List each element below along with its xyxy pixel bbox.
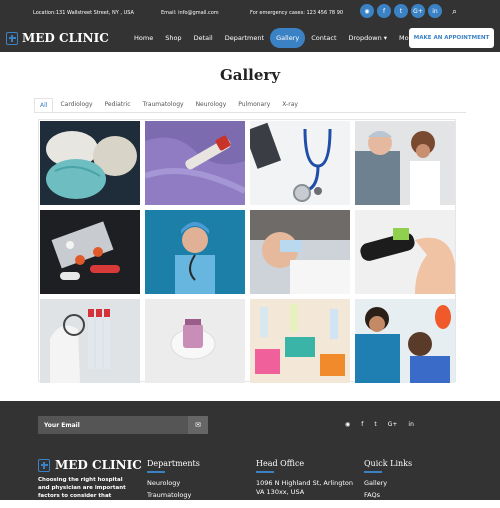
head-office-address: 1096 N Highland St, Arlington VA 130xx, …	[256, 478, 354, 496]
filter-tabs: All Cardiology Pediatric Traumatology Ne…	[34, 98, 466, 113]
footer: Your Email ✉ ◉ f t G+ in MED CLINIC Choo…	[0, 401, 500, 507]
twitter-icon[interactable]: t	[394, 4, 408, 18]
dentist-patient-image	[355, 299, 455, 383]
dept-link-traumatology[interactable]: Traumatology	[147, 491, 200, 500]
lab-supplies-image	[250, 299, 350, 383]
emergency-text: For emergency cases: 123 456 78 90	[250, 10, 344, 16]
photo-stethoscope[interactable]	[250, 121, 350, 205]
photo-surgeons[interactable]	[355, 121, 455, 205]
page-title: Gallery	[219, 66, 281, 84]
location-text: Location:131 Wallstreet Street, NY , USA	[33, 10, 134, 16]
photo-lab-tubes[interactable]	[40, 299, 140, 383]
medical-cross-icon	[6, 31, 18, 45]
email-placeholder: Your Email	[44, 422, 80, 429]
photo-glucose-meter[interactable]	[355, 210, 455, 294]
nav-gallery[interactable]: Gallery	[270, 28, 306, 48]
photo-blood-sample[interactable]	[145, 121, 245, 205]
facebook-icon[interactable]: f	[361, 421, 363, 428]
gallery-grid	[38, 119, 456, 383]
search-icon[interactable]: ⌕	[452, 7, 457, 17]
linkedin-icon[interactable]: in	[428, 4, 442, 18]
quick-link-gallery[interactable]: Gallery	[364, 479, 412, 488]
lab-tubes-image	[40, 299, 140, 383]
tab-pulmonary[interactable]: Pulmonary	[233, 98, 275, 112]
top-bar: Location:131 Wallstreet Street, NY , USA…	[0, 0, 500, 25]
linkedin-icon[interactable]: in	[408, 421, 413, 428]
nav-department[interactable]: Department	[219, 28, 270, 48]
navbar: MED CLINIC Home Shop Detail Department G…	[0, 25, 500, 52]
dentist-child-image	[250, 210, 350, 294]
photo-masks[interactable]	[40, 121, 140, 205]
main-nav: Home Shop Detail Department Gallery Cont…	[128, 28, 424, 48]
quick-links-column: Quick Links Gallery FAQs	[364, 459, 412, 500]
photo-dentist-patient[interactable]	[355, 299, 455, 383]
photo-pill-bottle[interactable]	[145, 299, 245, 383]
masks-image	[40, 121, 140, 205]
footer-logo[interactable]: MED CLINIC	[38, 458, 142, 472]
nav-contact[interactable]: Contact	[305, 28, 342, 48]
tab-xray[interactable]: X-ray	[277, 98, 303, 112]
google-plus-icon[interactable]: G+	[388, 421, 398, 428]
footer-social: ◉ f t G+ in	[345, 421, 414, 428]
quick-links-heading: Quick Links	[364, 459, 412, 473]
nav-dropdown-label: Dropdown	[348, 34, 382, 42]
departments-column: Departments Neurology Traumatology	[147, 459, 200, 500]
tab-pediatric[interactable]: Pediatric	[100, 98, 136, 112]
tab-cardiology[interactable]: Cardiology	[55, 98, 97, 112]
nurse-image	[145, 210, 245, 294]
nav-detail[interactable]: Detail	[188, 28, 219, 48]
photo-nurse[interactable]	[145, 210, 245, 294]
tab-traumatology[interactable]: Traumatology	[138, 98, 189, 112]
mail-icon[interactable]: ✉	[188, 416, 208, 434]
google-plus-icon[interactable]: G+	[411, 4, 425, 18]
twitter-icon[interactable]: t	[374, 421, 376, 428]
departments-heading: Departments	[147, 459, 200, 473]
head-office-column: Head Office 1096 N Highland St, Arlingto…	[256, 459, 356, 497]
pills-image	[40, 210, 140, 294]
stethoscope-image	[250, 121, 350, 205]
photo-dentist-child[interactable]	[250, 210, 350, 294]
surgeons-image	[355, 121, 455, 205]
dept-link-neurology[interactable]: Neurology	[147, 479, 200, 488]
tab-neurology[interactable]: Neurology	[191, 98, 232, 112]
quick-link-faqs[interactable]: FAQs	[364, 491, 412, 500]
email-text: Email: info@gmail.com	[161, 10, 219, 16]
nav-home[interactable]: Home	[128, 28, 159, 48]
brand-logo[interactable]: MED CLINIC	[6, 31, 109, 45]
nav-shop[interactable]: Shop	[159, 28, 187, 48]
photo-pills[interactable]	[40, 210, 140, 294]
medical-cross-icon	[38, 458, 50, 472]
footer-brand-name: MED CLINIC	[55, 458, 142, 472]
newsletter-email-field[interactable]: Your Email ✉	[38, 416, 208, 434]
glucose-meter-image	[355, 210, 455, 294]
nav-dropdown[interactable]: Dropdown ▾	[343, 28, 394, 48]
brand-name: MED CLINIC	[22, 31, 109, 45]
tab-all[interactable]: All	[34, 98, 54, 112]
rss-icon[interactable]: ◉	[345, 421, 350, 428]
rss-icon[interactable]: ◉	[360, 4, 374, 18]
chevron-down-icon: ▾	[383, 34, 388, 42]
facebook-icon[interactable]: f	[377, 4, 391, 18]
pill-bottle-image	[145, 299, 245, 383]
photo-lab-supplies[interactable]	[250, 299, 350, 383]
topbar-social: ◉ f t G+ in	[360, 4, 442, 18]
appointment-button[interactable]: MAKE AN APPOINTMENT	[409, 28, 494, 48]
footer-description: Choosing the right hospital and physicia…	[38, 477, 126, 507]
head-office-heading: Head Office	[256, 459, 356, 473]
blood-sample-image	[145, 121, 245, 205]
